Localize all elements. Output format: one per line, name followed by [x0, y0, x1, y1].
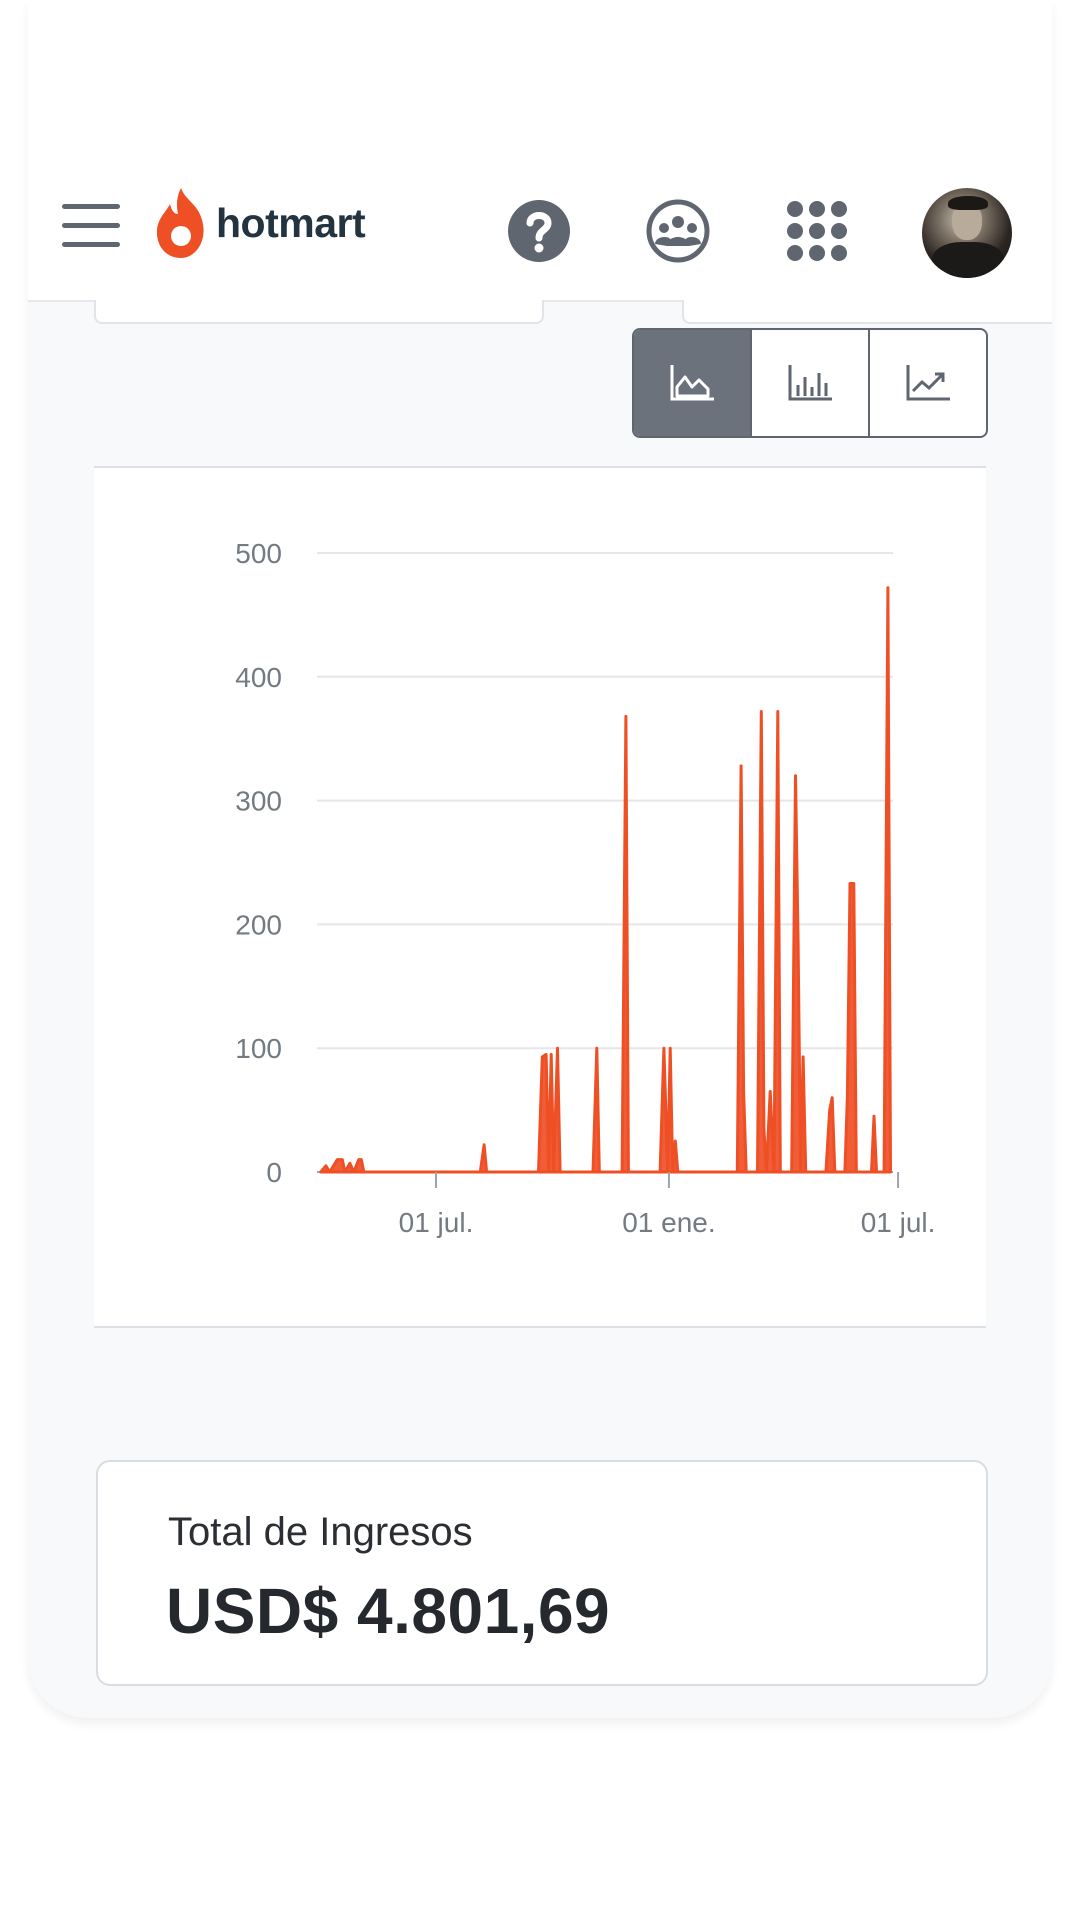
previous-card-right — [682, 300, 1052, 324]
help-icon[interactable] — [506, 198, 572, 264]
brand-name: hotmart — [216, 199, 366, 246]
total-value: USD$ 4.801,69 — [166, 1575, 611, 1647]
bar-chart-icon — [788, 365, 832, 401]
flame-icon — [156, 188, 204, 258]
previous-card-left — [94, 300, 544, 324]
line-chart-icon — [906, 365, 950, 401]
avatar-body — [932, 242, 1004, 278]
chart-type-toggle — [632, 328, 988, 438]
community-icon[interactable] — [645, 198, 711, 264]
revenue-chart: 0 100 200 300 400 500 01 jul. 01 ene. 01 jul. — [94, 466, 986, 1328]
top-bar: hotmart — [28, 0, 1052, 302]
total-revenue-card: Total de Ingresos USD$ 4.801,69 — [96, 1460, 988, 1686]
avatar[interactable] — [922, 188, 1012, 278]
total-label: Total de Ingresos — [168, 1510, 473, 1554]
apps-grid-icon[interactable] — [784, 198, 850, 264]
area-chart-button[interactable] — [634, 330, 750, 436]
x-tick-label: 01 ene. — [622, 1207, 715, 1238]
app-screen: hotmart 0 100 200 300 400 500 01 jul. 01… — [28, 0, 1052, 1718]
y-tick-label: 500 — [235, 538, 282, 569]
line-chart-button[interactable] — [868, 330, 986, 436]
y-tick-label: 400 — [235, 662, 282, 693]
avatar-hair — [948, 196, 988, 210]
brand-logo[interactable]: hotmart — [154, 186, 366, 260]
x-tick-label: 01 jul. — [861, 1207, 936, 1238]
x-tick-label: 01 jul. — [399, 1207, 474, 1238]
menu-icon[interactable] — [62, 204, 120, 248]
area-chart-icon — [670, 365, 714, 401]
y-tick-label: 0 — [266, 1157, 282, 1188]
bar-chart-button[interactable] — [750, 330, 868, 436]
y-tick-label: 200 — [235, 909, 282, 940]
y-tick-label: 100 — [235, 1033, 282, 1064]
series-area — [319, 586, 892, 1174]
chart-canvas: 0 100 200 300 400 500 01 jul. 01 ene. 01 jul. — [235, 538, 936, 1238]
y-tick-label: 300 — [235, 786, 282, 817]
